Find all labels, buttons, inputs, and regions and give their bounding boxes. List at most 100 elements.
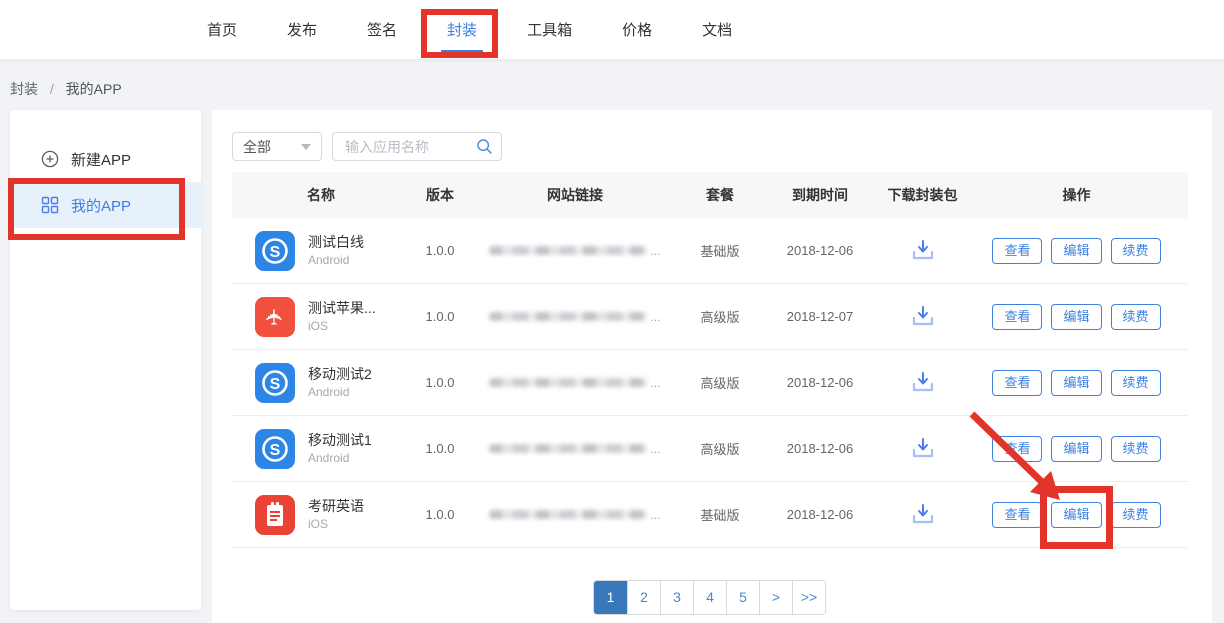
download-icon[interactable]: [910, 239, 936, 262]
nav-item-home[interactable]: 首页: [207, 19, 237, 40]
app-platform: Android: [308, 451, 372, 465]
sidebar-item-my-app[interactable]: 我的APP: [10, 182, 201, 228]
link-ellipsis: ...: [650, 244, 660, 258]
table-body: S ✈ 测试白线 Android 1.0.0: [232, 218, 1188, 548]
search-box: [332, 132, 502, 161]
renew-button[interactable]: 续费: [1111, 238, 1161, 264]
svg-text:S: S: [270, 442, 281, 459]
edit-button[interactable]: 编辑: [1051, 304, 1101, 330]
breadcrumb: 封装 / 我的APP: [10, 79, 122, 99]
blurred-link-bar: [489, 246, 647, 255]
app-name: 测试苹果...: [308, 300, 376, 317]
chevron-down-icon: [301, 144, 311, 150]
table-row: S ✈ 移动测试2 Android 1.0.0: [232, 350, 1188, 416]
next-page-button[interactable]: >: [759, 581, 792, 614]
pagination: 12345>>>: [593, 580, 826, 615]
link-ellipsis: ...: [650, 508, 660, 522]
website-link-redacted[interactable]: ...: [489, 442, 660, 456]
expiry-date: 2018-12-06: [760, 507, 880, 522]
plan-label: 高级版: [680, 307, 760, 326]
website-link-redacted[interactable]: ...: [489, 244, 660, 258]
edit-button[interactable]: 编辑: [1051, 502, 1101, 528]
airplane-icon: ✈: [255, 297, 295, 337]
category-dropdown-value: 全部: [243, 137, 271, 157]
app-version: 1.0.0: [410, 375, 470, 390]
renew-button[interactable]: 续费: [1111, 502, 1161, 528]
download-icon[interactable]: [910, 503, 936, 526]
last-page-button[interactable]: >>: [792, 581, 825, 614]
blurred-link-bar: [489, 510, 647, 519]
website-link-redacted[interactable]: ...: [489, 310, 660, 324]
breadcrumb-parent[interactable]: 封装: [10, 81, 38, 97]
edit-button[interactable]: 编辑: [1051, 436, 1101, 462]
table-header-row: 名称 版本 网站链接 套餐 到期时间 下载封装包 操作: [232, 172, 1188, 218]
blurred-link-bar: [489, 378, 647, 387]
download-icon[interactable]: [910, 437, 936, 460]
plan-label: 基础版: [680, 241, 760, 260]
category-dropdown[interactable]: 全部: [232, 132, 322, 161]
website-link-redacted[interactable]: ...: [489, 508, 660, 522]
app-platform: Android: [308, 385, 372, 399]
nav-item-docs[interactable]: 文档: [702, 19, 732, 40]
view-button[interactable]: 查看: [992, 502, 1042, 528]
app-platform: Android: [308, 253, 364, 267]
top-navbar: 首页 发布 签名 封装 工具箱 价格 文档: [0, 0, 1224, 60]
page-button-4[interactable]: 4: [693, 581, 726, 614]
nav-item-sign[interactable]: 签名: [367, 19, 397, 40]
s-logo-icon: S: [255, 231, 295, 271]
plan-label: 高级版: [680, 439, 760, 458]
breadcrumb-current: 我的APP: [66, 81, 122, 97]
sidebar-item-new-app[interactable]: 新建APP: [10, 136, 201, 182]
page-button-3[interactable]: 3: [660, 581, 693, 614]
table-row: S ✈ 考研英语 iOS 1.0.0: [232, 482, 1188, 548]
sidebar-item-label: 我的APP: [71, 195, 131, 216]
expiry-date: 2018-12-06: [760, 375, 880, 390]
app-platform: iOS: [308, 319, 376, 333]
app-name: 移动测试2: [308, 366, 372, 383]
renew-button[interactable]: 续费: [1111, 304, 1161, 330]
svg-text:S: S: [270, 244, 281, 261]
app-table: 名称 版本 网站链接 套餐 到期时间 下载封装包 操作 S ✈: [232, 172, 1188, 548]
edit-button[interactable]: 编辑: [1051, 370, 1101, 396]
app-name: 测试白线: [308, 234, 364, 251]
blurred-link-bar: [489, 312, 647, 321]
plan-label: 高级版: [680, 373, 760, 392]
header-expiry: 到期时间: [760, 185, 880, 205]
nav-item-price[interactable]: 价格: [622, 19, 652, 40]
renew-button[interactable]: 续费: [1111, 436, 1161, 462]
page-button-2[interactable]: 2: [627, 581, 660, 614]
s-logo-icon: S: [255, 363, 295, 403]
nav-item-package[interactable]: 封装: [447, 19, 477, 40]
view-button[interactable]: 查看: [992, 370, 1042, 396]
sidebar-item-label: 新建APP: [71, 149, 131, 170]
breadcrumb-separator: /: [50, 81, 54, 97]
view-button[interactable]: 查看: [992, 238, 1042, 264]
view-button[interactable]: 查看: [992, 436, 1042, 462]
expiry-date: 2018-12-07: [760, 309, 880, 324]
header-name: 名称: [232, 185, 410, 205]
notepad-icon: [255, 495, 295, 535]
table-row: S ✈ 测试苹果... iOS 1.0.0: [232, 284, 1188, 350]
page-button-1[interactable]: 1: [594, 581, 627, 614]
main-panel: 全部 名称 版本 网站链接 套餐 到期时间 下载封装包 操作: [212, 110, 1212, 623]
header-plan: 套餐: [680, 185, 760, 205]
page-button-5[interactable]: 5: [726, 581, 759, 614]
app-icon: S ✈: [255, 231, 295, 271]
header-actions: 操作: [965, 185, 1188, 205]
app-icon: S ✈: [255, 297, 295, 337]
filter-bar: 全部: [232, 132, 502, 161]
website-link-redacted[interactable]: ...: [489, 376, 660, 390]
renew-button[interactable]: 续费: [1111, 370, 1161, 396]
nav-item-publish[interactable]: 发布: [287, 19, 317, 40]
table-row: S ✈ 测试白线 Android 1.0.0: [232, 218, 1188, 284]
link-ellipsis: ...: [650, 376, 660, 390]
search-input[interactable]: [343, 138, 476, 156]
app-name: 考研英语: [308, 498, 364, 515]
view-button[interactable]: 查看: [992, 304, 1042, 330]
download-icon[interactable]: [910, 305, 936, 328]
edit-button[interactable]: 编辑: [1051, 238, 1101, 264]
download-icon[interactable]: [910, 371, 936, 394]
app-version: 1.0.0: [410, 441, 470, 456]
search-icon[interactable]: [476, 138, 493, 155]
nav-item-toolbox[interactable]: 工具箱: [527, 19, 572, 40]
